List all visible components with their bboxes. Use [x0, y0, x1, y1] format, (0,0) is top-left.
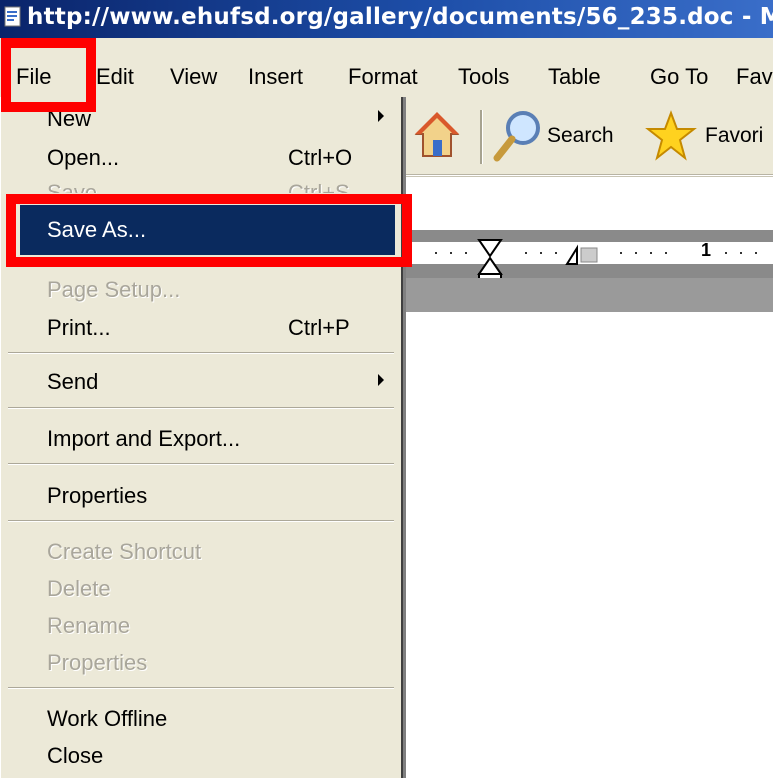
favorites-button-label[interactable]: Favori: [705, 124, 763, 148]
menu-item-properties-disabled: Properties: [47, 650, 148, 675]
menu-item-import-export[interactable]: Import and Export...: [47, 426, 240, 452]
title-bar: http://www.ehufsd.org/gallery/documents/…: [0, 0, 773, 38]
ruler-bottom-bar: [405, 278, 773, 312]
menu-separator: [8, 520, 394, 522]
shortcut-open: Ctrl+O: [288, 145, 353, 170]
toolbar: Search Favori: [405, 100, 773, 175]
submenu-arrow-icon: [378, 374, 384, 386]
menu-item-create-shortcut: Create Shortcut: [47, 539, 202, 564]
search-button-label[interactable]: Search: [547, 124, 614, 148]
menu-favorites[interactable]: Fav: [736, 64, 773, 90]
menu-format[interactable]: Format: [348, 64, 418, 90]
ie-page-icon: [4, 6, 21, 27]
tab-stop-marker-icon[interactable]: [563, 244, 603, 266]
menu-edit[interactable]: Edit: [96, 64, 134, 90]
shortcut-print: Ctrl+P: [288, 315, 350, 340]
menu-separator: [8, 352, 394, 354]
submenu-arrow-icon: [378, 110, 384, 122]
ruler-strip: 1: [405, 239, 773, 287]
annotation-box-file: [1, 38, 96, 112]
menu-item-print[interactable]: Print...: [47, 315, 111, 341]
toolbar-separator: [480, 110, 483, 164]
home-icon[interactable]: [413, 108, 461, 162]
window-title: http://www.ehufsd.org/gallery/documents/…: [27, 4, 773, 30]
menu-item-page-setup: Page Setup...: [47, 277, 181, 302]
ruler-number: 1: [701, 240, 712, 260]
menu-tools[interactable]: Tools: [458, 64, 509, 90]
address-area: [405, 176, 773, 231]
menu-separator: [8, 463, 394, 465]
menu-item-delete: Delete: [47, 576, 111, 601]
menu-item-work-offline[interactable]: Work Offline: [47, 706, 167, 732]
search-icon[interactable]: [491, 108, 543, 164]
menu-item-open[interactable]: Open...: [47, 145, 119, 171]
menu-item-close[interactable]: Close: [47, 743, 103, 769]
menu-item-send[interactable]: Send: [47, 369, 98, 395]
annotation-box-save-as: [6, 194, 412, 267]
menu-separator: [8, 407, 394, 409]
menu-insert[interactable]: Insert: [248, 64, 303, 90]
menu-table[interactable]: Table: [548, 64, 601, 90]
menu-goto[interactable]: Go To: [650, 64, 708, 90]
menu-view[interactable]: View: [170, 64, 217, 90]
menu-item-rename: Rename: [47, 613, 131, 638]
menu-item-properties[interactable]: Properties: [47, 483, 147, 509]
menu-separator: [8, 687, 394, 689]
favorites-star-icon[interactable]: [645, 110, 697, 162]
